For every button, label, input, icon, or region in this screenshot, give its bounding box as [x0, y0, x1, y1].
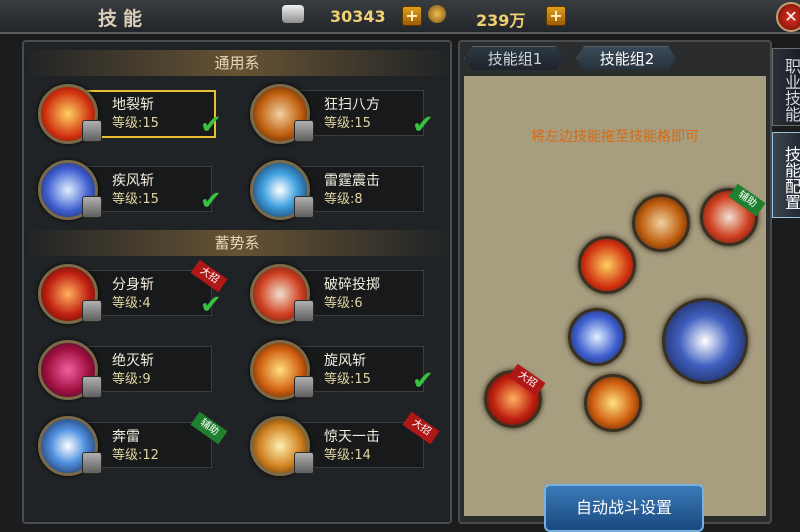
close-icon: ✕ [784, 7, 798, 26]
lock-icon [82, 120, 102, 142]
lock-icon [82, 376, 102, 398]
gold-amount: 239万 [476, 11, 526, 30]
add-silver-button[interactable]: + [402, 6, 422, 26]
skill-level: 等级:6 [324, 296, 363, 311]
skill-level: 等级:12 [112, 448, 159, 463]
skill-slot[interactable] [568, 308, 626, 366]
skill-level: 等级:9 [112, 372, 151, 387]
skill-level: 等级:15 [112, 192, 159, 207]
skill-level: 等级:14 [324, 448, 371, 463]
skill-name: 雷霆震击 [324, 173, 380, 189]
skill-card[interactable]: 惊天一击 等级:14 大招 [242, 411, 450, 476]
skill-slot[interactable] [584, 374, 642, 432]
skill-card[interactable]: 分身斩 等级:4 ✔ 大招 [30, 259, 250, 324]
skill-name: 惊天一击 [324, 429, 380, 445]
lock-icon [82, 452, 102, 474]
skill-card[interactable]: 绝灭斩 等级:9 [30, 338, 250, 400]
lock-icon [82, 300, 102, 322]
skill-level: 等级:15 [324, 372, 371, 387]
top-bar: 技能 30343 + 239万 + [0, 0, 800, 34]
skill-level: 等级:8 [324, 192, 363, 207]
lock-icon [294, 376, 314, 398]
skill-name: 狂扫八方 [324, 97, 380, 113]
check-icon: ✔ [200, 110, 222, 140]
silver-ingot-icon [282, 5, 304, 23]
check-icon: ✔ [412, 366, 434, 396]
section-general: 通用系 [24, 50, 450, 76]
skill-card[interactable]: 狂扫八方 等级:15 ✔ [242, 82, 450, 144]
skill-slot[interactable] [632, 194, 690, 252]
tab-skill-group-1[interactable]: 技能组1 [464, 46, 564, 70]
skill-slot-area: 将左边技能拖至技能格即可 辅助 大招 自动战斗设置 [464, 76, 766, 532]
auto-battle-settings-button[interactable]: 自动战斗设置 [544, 484, 704, 532]
skill-card[interactable]: 疾风斩 等级:15 ✔ [30, 158, 250, 220]
lock-icon [294, 452, 314, 474]
tab-skill-group-2[interactable]: 技能组2 [576, 46, 676, 70]
skill-name: 奔雷 [112, 429, 140, 445]
skill-name: 旋风斩 [324, 353, 366, 369]
add-gold-button[interactable]: + [546, 6, 566, 26]
check-icon: ✔ [200, 186, 222, 216]
check-icon: ✔ [200, 290, 222, 320]
drag-hint: 将左边技能拖至技能格即可 [531, 129, 699, 145]
skill-card[interactable]: 破碎投掷 等级:6 [242, 262, 450, 324]
lock-icon [82, 196, 102, 218]
skill-card[interactable]: 奔雷 等级:12 辅助 [30, 411, 250, 476]
skill-list-panel: 通用系 地裂斩 等级:15 ✔ 狂扫八方 等级:15 ✔ 疾风斩 等级:15 ✔… [22, 40, 452, 524]
tab-class-skills[interactable]: 职业技能 [772, 48, 800, 126]
skill-card[interactable]: 地裂斩 等级:15 ✔ [30, 82, 250, 144]
silver-amount: 30343 [330, 7, 386, 26]
skill-name: 分身斩 [112, 277, 154, 293]
skill-name: 疾风斩 [112, 173, 154, 189]
skill-name: 地裂斩 [112, 97, 154, 113]
section-charge: 蓄势系 [24, 230, 450, 256]
lock-icon [294, 196, 314, 218]
skill-main-attack[interactable] [662, 298, 748, 384]
skill-name: 绝灭斩 [112, 353, 154, 369]
lock-icon [294, 300, 314, 322]
skill-slot[interactable] [578, 236, 636, 294]
skill-config-panel: 技能组1 技能组2 将左边技能拖至技能格即可 辅助 大招 自动战斗设置 [458, 40, 772, 532]
skill-level: 等级:15 [112, 116, 159, 131]
skill-card[interactable]: 旋风斩 等级:15 ✔ [242, 338, 450, 400]
tab-skill-config[interactable]: 技能配置 [772, 132, 800, 218]
gold-coin-icon [428, 5, 446, 23]
close-button[interactable]: ✕ [776, 2, 800, 32]
skill-name: 破碎投掷 [324, 277, 380, 293]
skill-card[interactable]: 雷霆震击 等级:8 [242, 158, 450, 220]
skill-level: 等级:4 [112, 296, 151, 311]
check-icon: ✔ [412, 110, 434, 140]
panel-title: 技能 [98, 8, 149, 30]
skill-level: 等级:15 [324, 116, 371, 131]
lock-icon [294, 120, 314, 142]
